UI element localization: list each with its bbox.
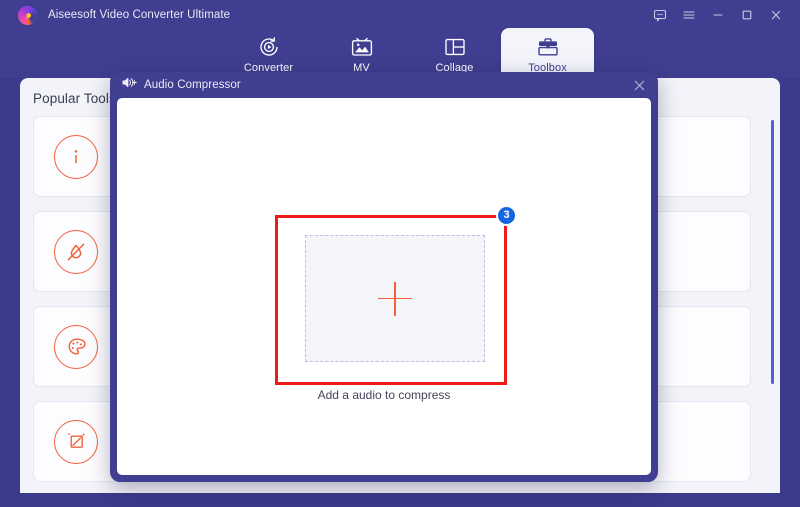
dropzone-caption: Add a audio to compress — [317, 388, 451, 402]
annotation-box: 3 — [275, 205, 517, 385]
modal-body: 3 Add a audio to compress — [117, 98, 651, 475]
modal-header: Audio Compressor — [110, 72, 658, 98]
info-circle-icon — [54, 134, 98, 179]
toolbox-icon — [536, 35, 560, 59]
audio-compressor-dialog: Audio Compressor 3 Add a audio to compre… — [110, 72, 658, 482]
crop-icon — [54, 419, 98, 464]
modal-close-icon[interactable] — [628, 74, 650, 96]
menu-icon[interactable] — [675, 2, 702, 28]
plus-icon — [378, 281, 412, 316]
mv-icon — [350, 35, 374, 59]
add-audio-icon — [122, 76, 137, 94]
app-title: Aiseesoft Video Converter Ultimate — [48, 9, 231, 21]
window-controls — [646, 0, 800, 30]
vertical-scrollbar-thumb[interactable] — [771, 120, 774, 384]
modal-title: Audio Compressor — [144, 79, 241, 91]
maximize-icon[interactable] — [733, 2, 760, 28]
palette-icon — [54, 324, 98, 369]
converter-icon — [257, 35, 281, 59]
audio-dropzone[interactable] — [305, 235, 485, 362]
annotation-badge: 3 — [496, 205, 517, 226]
minimize-icon[interactable] — [704, 2, 731, 28]
bottom-bar — [0, 493, 800, 507]
nav-bar: Converter MV Collage Toolbox — [0, 28, 800, 80]
aiseesoft-logo-icon — [10, 0, 44, 30]
close-icon[interactable] — [762, 2, 789, 28]
watermark-remover-icon — [54, 229, 98, 274]
title-bar: Aiseesoft Video Converter Ultimate — [0, 0, 800, 30]
app-window: Aiseesoft Video Converter Ultimate Conve… — [0, 0, 800, 507]
page-title: Popular Tools — [33, 91, 116, 106]
collage-icon — [443, 35, 467, 59]
feedback-icon[interactable] — [646, 2, 673, 28]
